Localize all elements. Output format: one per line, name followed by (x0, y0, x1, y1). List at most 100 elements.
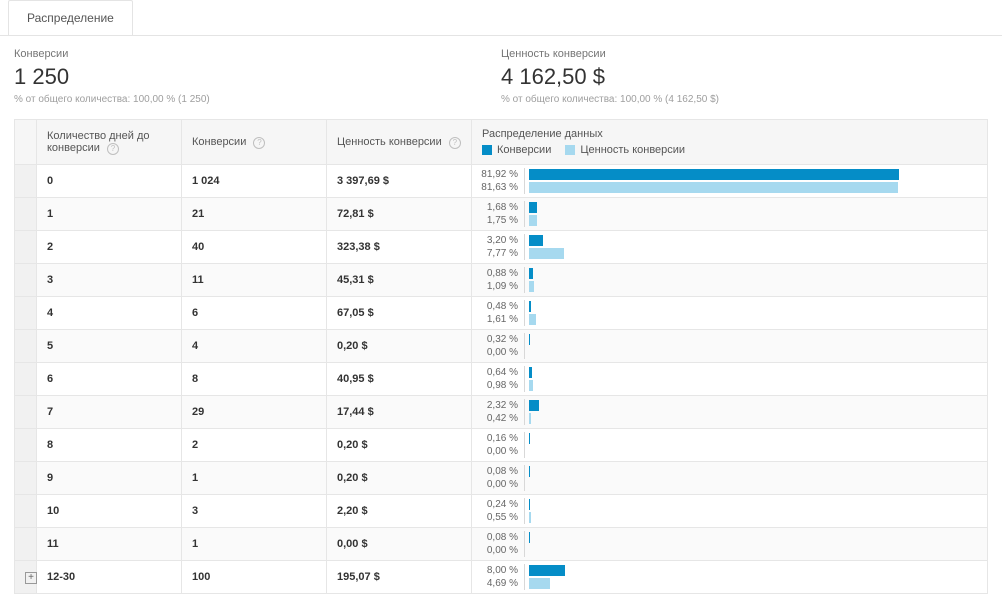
bar-val (529, 215, 537, 226)
bar-val (529, 248, 564, 259)
tab-bar: Распределение (0, 0, 1002, 36)
summary-conversions-note: % от общего количества: 100,00 % (1 250) (14, 94, 501, 105)
legend-conversions-label: Конверсии (497, 144, 551, 156)
pct-conv: 8,00 % (478, 565, 524, 576)
pct-conv: 0,64 % (478, 367, 524, 378)
header-conversions[interactable]: Конверсии ? (182, 120, 327, 165)
cell-value: 67,05 $ (327, 297, 472, 330)
summary-conversions: Конверсии 1 250 % от общего количества: … (14, 48, 501, 105)
table-row: 240323,38 $3,20 %7,77 % (15, 231, 988, 264)
bar-conv (529, 268, 533, 279)
bar-conv (529, 400, 539, 411)
cell-conversions: 3 (182, 495, 327, 528)
cell-conversions: 11 (182, 264, 327, 297)
pct-val: 4,69 % (478, 578, 524, 589)
help-icon[interactable]: ? (107, 143, 119, 155)
pct-conv: 0,88 % (478, 268, 524, 279)
pct-conv: 1,68 % (478, 202, 524, 213)
cell-days: 12-30 (37, 561, 182, 594)
cell-conversions: 29 (182, 396, 327, 429)
summary-value-value: 4 162,50 $ (501, 64, 988, 90)
legend-conversions: Конверсии (482, 144, 551, 156)
header-days[interactable]: Количество дней до конверсии ? (37, 120, 182, 165)
header-distribution-label: Распределение данных (482, 128, 977, 140)
cell-conversions: 6 (182, 297, 327, 330)
cell-days: 4 (37, 297, 182, 330)
cell-value: 72,81 $ (327, 198, 472, 231)
tab-distribution[interactable]: Распределение (8, 0, 133, 35)
pct-val: 7,77 % (478, 248, 524, 259)
bar-conv (529, 433, 530, 444)
expand-cell (15, 429, 37, 462)
pct-val: 1,61 % (478, 314, 524, 325)
expand-cell (15, 462, 37, 495)
pct-val: 0,00 % (478, 347, 524, 358)
bar-conv (529, 367, 532, 378)
expand-button[interactable]: + (25, 572, 37, 584)
cell-distribution: 0,16 %0,00 % (472, 429, 988, 462)
help-icon[interactable]: ? (253, 137, 265, 149)
bar-val (529, 182, 898, 193)
table-row: 72917,44 $ 2,32 % 0,42 % (15, 396, 988, 429)
data-table: Количество дней до конверсии ? Конверсии… (14, 119, 988, 594)
pct-val: 1,75 % (478, 215, 524, 226)
cell-value: 2,20 $ (327, 495, 472, 528)
bar-conv (529, 499, 530, 510)
cell-conversions: 21 (182, 198, 327, 231)
header-expand (15, 120, 37, 165)
pct-conv: 0,08 % (478, 466, 524, 477)
bar-conv (529, 565, 565, 576)
pct-conv: 0,32 % (478, 334, 524, 345)
pct-val: 0,00 % (478, 545, 524, 556)
legend-swatch-value (565, 145, 575, 155)
pct-conv: 81,92 % (478, 169, 524, 180)
cell-conversions: 1 (182, 462, 327, 495)
table-row: 1032,20 $0,24 %0,55 % (15, 495, 988, 528)
pct-conv: 2,32 % (478, 400, 524, 411)
cell-days: 6 (37, 363, 182, 396)
summary-value-note: % от общего количества: 100,00 % (4 162,… (501, 94, 988, 105)
cell-value: 17,44 $ (327, 396, 472, 429)
table-row: 1110,00 $0,08 %0,00 % (15, 528, 988, 561)
cell-conversions: 2 (182, 429, 327, 462)
bar-val (529, 512, 531, 523)
cell-value: 195,07 $ (327, 561, 472, 594)
cell-distribution: 1,68 % 1,75 % (472, 198, 988, 231)
cell-conversions: 8 (182, 363, 327, 396)
bar-conv (529, 202, 537, 213)
cell-days: 1 (37, 198, 182, 231)
table-row: 12172,81 $ 1,68 % 1,75 % (15, 198, 988, 231)
cell-conversions: 40 (182, 231, 327, 264)
table-row: 540,20 $0,32 %0,00 % (15, 330, 988, 363)
summary-conversions-value: 1 250 (14, 64, 501, 90)
header-value[interactable]: Ценность конверсии ? (327, 120, 472, 165)
pct-val: 81,63 % (478, 182, 524, 193)
table-row: 820,20 $0,16 %0,00 % (15, 429, 988, 462)
pct-val: 0,42 % (478, 413, 524, 424)
cell-distribution: 0,64 %0,98 % (472, 363, 988, 396)
bar-conv (529, 169, 899, 180)
bar-val (529, 314, 536, 325)
cell-conversions: 100 (182, 561, 327, 594)
cell-distribution: 0,48 % 1,61 % (472, 297, 988, 330)
help-icon[interactable]: ? (449, 137, 461, 149)
header-value-label: Ценность конверсии (337, 136, 442, 148)
expand-cell (15, 330, 37, 363)
cell-distribution: 0,24 %0,55 % (472, 495, 988, 528)
cell-value: 40,95 $ (327, 363, 472, 396)
bar-conv (529, 235, 543, 246)
bar-conv (529, 334, 530, 345)
cell-days: 7 (37, 396, 182, 429)
summary-panel: Конверсии 1 250 % от общего количества: … (0, 36, 1002, 119)
cell-distribution: 2,32 % 0,42 % (472, 396, 988, 429)
cell-value: 45,31 $ (327, 264, 472, 297)
pct-val: 1,09 % (478, 281, 524, 292)
expand-cell (15, 396, 37, 429)
table-row: 6840,95 $0,64 %0,98 % (15, 363, 988, 396)
expand-cell (15, 363, 37, 396)
expand-cell (15, 495, 37, 528)
bar-val (529, 380, 533, 391)
pct-val: 0,00 % (478, 479, 524, 490)
pct-conv: 0,48 % (478, 301, 524, 312)
cell-days: 5 (37, 330, 182, 363)
